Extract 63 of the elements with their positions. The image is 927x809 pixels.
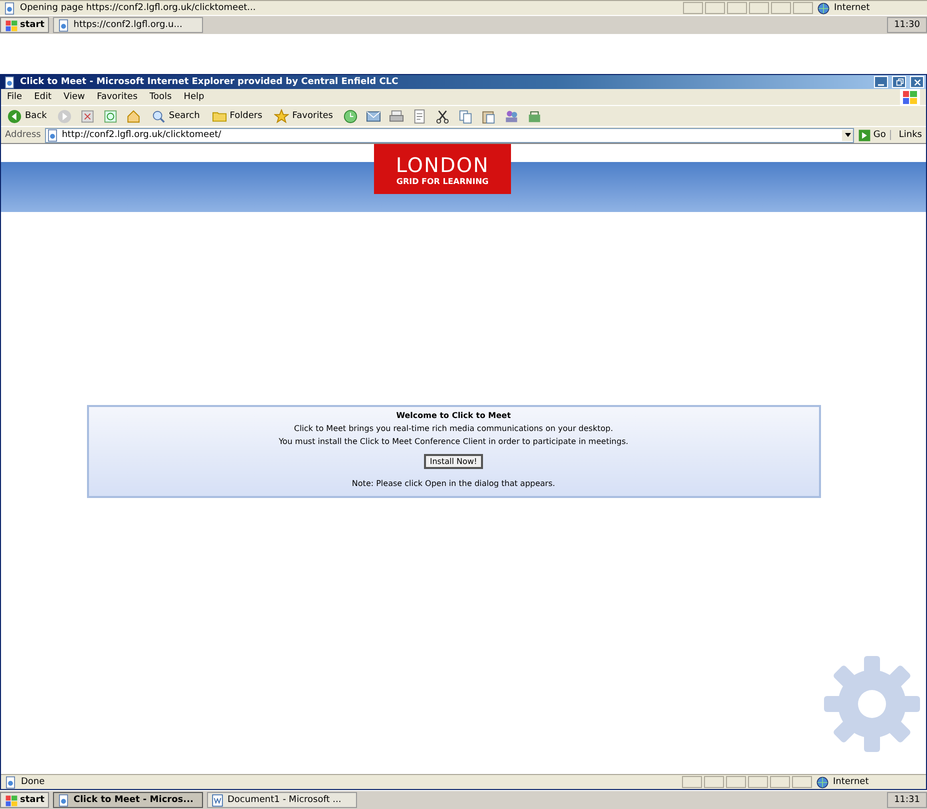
menu-item[interactable]: File [7, 92, 22, 102]
clock: 11:31 [887, 792, 927, 808]
logo-title: LONDON [396, 152, 490, 176]
clock: 11:30 [887, 17, 927, 33]
back-button[interactable]: Back [5, 108, 49, 124]
menu-item[interactable]: Help [184, 92, 204, 102]
paste-icon[interactable] [480, 108, 496, 124]
print-icon[interactable] [388, 108, 404, 124]
search-icon [150, 108, 166, 124]
home-icon[interactable] [126, 108, 141, 124]
address-field[interactable]: http://conf2.lgfl.org.uk/clicktomeet/ [44, 128, 854, 142]
logo-subtitle: GRID FOR LEARNING [396, 176, 489, 186]
history-icon[interactable] [342, 108, 358, 124]
start-button[interactable]: start [0, 792, 50, 808]
restore-icon [894, 78, 904, 86]
close-icon [912, 78, 922, 86]
star-icon [274, 108, 290, 124]
zone-label: Internet [833, 777, 870, 787]
windows-flag-icon[interactable] [5, 794, 18, 806]
install-button[interactable]: Install Now! [424, 454, 484, 469]
menu-item[interactable]: Edit [34, 92, 52, 102]
copy-icon[interactable] [458, 108, 473, 124]
cut-icon[interactable] [434, 108, 450, 124]
search-button[interactable]: Search [148, 108, 202, 124]
document-icon[interactable] [211, 794, 224, 806]
taskbar-button[interactable]: https://conf2.lgfl.org.u... [53, 17, 204, 33]
people-icon[interactable] [504, 108, 519, 124]
minimize-button[interactable] [874, 76, 888, 88]
menu-item[interactable]: Favorites [96, 92, 138, 102]
gear-icon [822, 654, 922, 754]
go-button[interactable]: Go [858, 128, 886, 142]
browser-page-icon[interactable] [57, 794, 70, 806]
taskbar-button[interactable]: Document1 - Microsoft ... [207, 792, 358, 808]
menu-item[interactable]: Tools [150, 92, 172, 102]
start-button[interactable]: start [0, 17, 50, 33]
restore-button[interactable] [892, 76, 906, 88]
welcome-text: You must install the Click to Meet Conference Client in order to participate in meetings. [278, 437, 628, 446]
window-title: Click to Meet - Microsoft Internet Explorer provided by Central Enfield CLC [20, 77, 398, 87]
stop-icon[interactable] [80, 108, 95, 124]
folder-button[interactable]: Folders [210, 108, 264, 124]
back-icon [7, 108, 22, 124]
dropdown-icon[interactable] [842, 130, 854, 140]
zone-label: Internet [834, 3, 871, 13]
minimize-icon [878, 84, 884, 86]
page-icon [46, 128, 59, 142]
browser-icon [3, 76, 16, 88]
windows-flag-icon[interactable] [5, 18, 18, 32]
note-text: Note: Please click Open in the dialog that appears. [352, 479, 556, 488]
welcome-text: Click to Meet brings you real-time rich media communications on your desktop. [294, 424, 613, 433]
menu-item[interactable]: View [64, 92, 85, 102]
star-button[interactable]: Favorites [272, 108, 335, 124]
mail-icon[interactable] [366, 108, 381, 124]
globe-icon [816, 776, 829, 788]
links-button[interactable]: Links [890, 130, 922, 140]
refresh-icon[interactable] [102, 108, 118, 124]
taskbar-button[interactable]: Click to Meet - Micros... [53, 792, 204, 808]
address-label: Address [5, 130, 41, 140]
status-text: Done [21, 777, 46, 787]
welcome-heading: Welcome to Click to Meet [396, 411, 511, 420]
globe-icon [817, 2, 830, 14]
status-text: Opening page https://conf2.lgfl.org.uk/clicktomeet... [20, 3, 257, 13]
close-button[interactable] [910, 76, 924, 88]
browser-page-icon[interactable] [57, 18, 70, 32]
